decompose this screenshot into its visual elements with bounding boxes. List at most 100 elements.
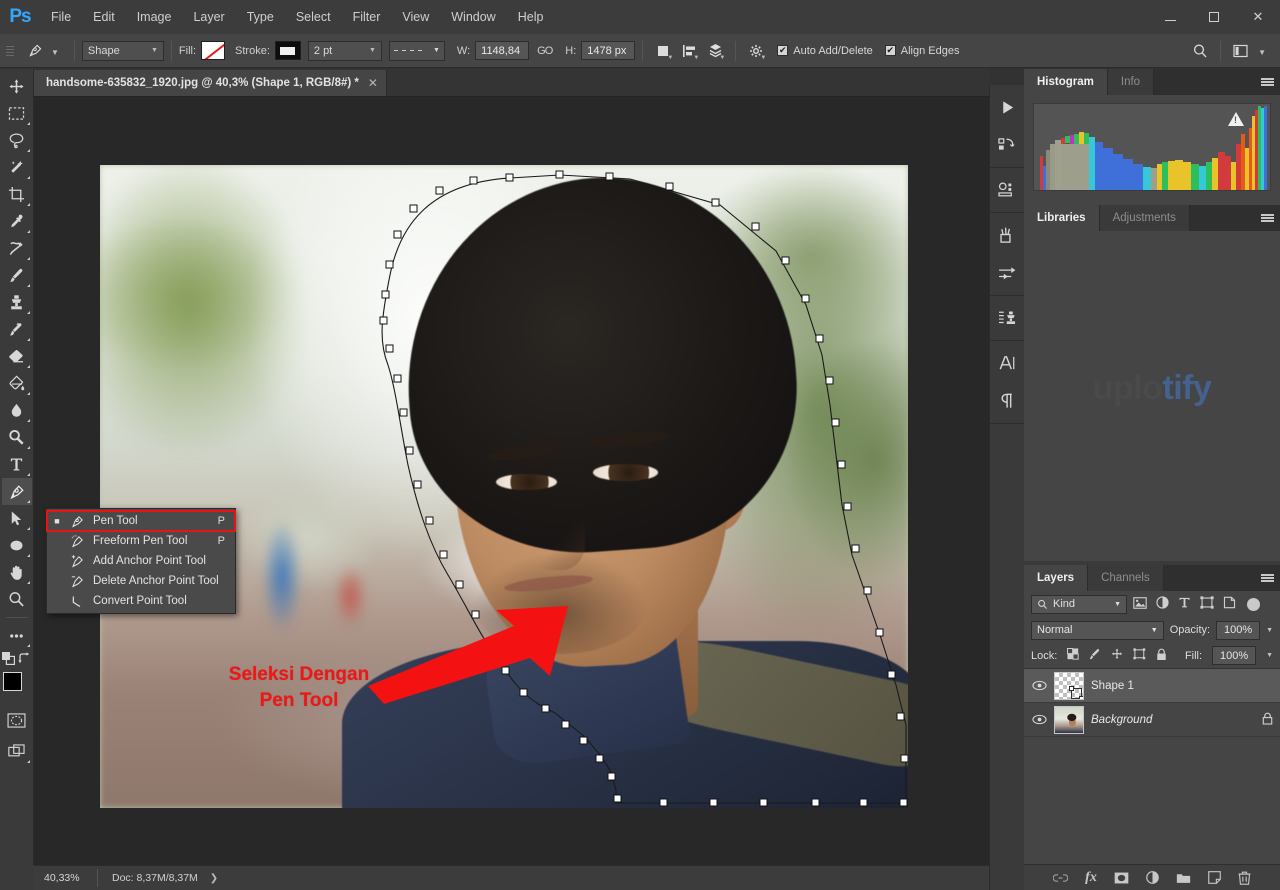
flyout-item-freeform-pen-tool[interactable]: Freeform Pen Tool P [47, 531, 235, 551]
gradient-tool[interactable] [2, 370, 32, 397]
rectangular-marquee-tool[interactable] [2, 100, 32, 127]
filter-type-icon[interactable] [1178, 596, 1191, 612]
panel-menu-icon[interactable] [1261, 565, 1274, 591]
zoom-tool[interactable] [2, 586, 32, 613]
stroke-swatch[interactable] [275, 41, 301, 60]
quick-selection-tool[interactable] [2, 154, 32, 181]
layer-visibility-toggle[interactable] [1031, 714, 1047, 725]
hand-tool[interactable] [2, 559, 32, 586]
new-layer-icon[interactable] [1208, 871, 1221, 884]
search-icon[interactable] [1187, 39, 1213, 63]
filter-smart-object-icon[interactable] [1223, 596, 1236, 612]
brush-tool[interactable] [2, 262, 32, 289]
brush-presets-icon[interactable] [990, 216, 1025, 254]
filter-adjustment-icon[interactable] [1156, 596, 1169, 612]
tab-adjustments[interactable]: Adjustments [1100, 205, 1190, 231]
menu-layer[interactable]: Layer [182, 0, 235, 34]
ellipse-shape-tool[interactable] [2, 532, 32, 559]
menu-help[interactable]: Help [507, 0, 555, 34]
options-grip[interactable] [6, 40, 16, 62]
width-input[interactable]: 1148,84 [475, 41, 529, 60]
chevron-down-icon[interactable]: ▼ [1258, 45, 1266, 57]
panel-menu-icon[interactable] [1261, 205, 1274, 231]
delete-layer-icon[interactable] [1238, 871, 1251, 885]
flyout-item-pen-tool[interactable]: ■ Pen Tool P [47, 511, 235, 531]
crop-tool[interactable] [2, 181, 32, 208]
path-arrangement-icon[interactable]: ▼ [702, 39, 728, 63]
clone-stamp-tool[interactable] [2, 289, 32, 316]
history-icon[interactable] [990, 126, 1025, 164]
menu-select[interactable]: Select [285, 0, 342, 34]
dodge-tool[interactable] [2, 424, 32, 451]
flyout-item-delete-anchor-point-tool[interactable]: Delete Anchor Point Tool [47, 571, 235, 591]
pen-tool-flyout-menu[interactable]: ■ Pen Tool P Freeform Pen Tool P Add Anc… [46, 508, 236, 614]
height-input[interactable]: 1478 px [581, 41, 635, 60]
opacity-chevron-icon[interactable]: ▼ [1266, 627, 1273, 634]
tab-libraries[interactable]: Libraries [1024, 205, 1100, 231]
move-tool[interactable] [2, 73, 32, 100]
play-action-icon[interactable] [990, 88, 1025, 126]
clone-source-icon[interactable] [990, 299, 1025, 337]
lasso-tool[interactable] [2, 127, 32, 154]
tab-histogram[interactable]: Histogram [1024, 69, 1108, 95]
screen-mode-icon[interactable] [2, 738, 32, 765]
maximize-button[interactable] [1192, 0, 1236, 34]
layer-filter-kind-select[interactable]: Kind ▼ [1031, 595, 1127, 614]
blur-tool[interactable] [2, 397, 32, 424]
brush-settings-icon[interactable] [990, 254, 1025, 292]
menu-view[interactable]: View [391, 0, 440, 34]
document-tab[interactable]: handsome-635832_1920.jpg @ 40,3% (Shape … [34, 70, 387, 96]
menu-edit[interactable]: Edit [82, 0, 126, 34]
properties-icon[interactable] [990, 171, 1025, 209]
paragraph-icon[interactable] [990, 382, 1025, 420]
lock-all-icon[interactable] [1156, 648, 1167, 664]
stroke-style-select[interactable]: ▼ [389, 41, 445, 61]
link-layers-icon[interactable] [1053, 873, 1068, 883]
layer-mask-icon[interactable] [1114, 872, 1129, 884]
lock-image-pixels-icon[interactable] [1089, 648, 1101, 663]
path-alignment-icon[interactable]: ▼ [676, 39, 702, 63]
quick-mask-icon[interactable] [2, 707, 32, 734]
layer-name-shape-1[interactable]: Shape 1 [1091, 680, 1273, 692]
minimize-button[interactable] [1148, 0, 1192, 34]
new-group-icon[interactable] [1176, 872, 1191, 884]
menu-image[interactable]: Image [126, 0, 183, 34]
tab-info[interactable]: Info [1108, 69, 1154, 95]
opacity-input[interactable]: 100% [1216, 621, 1260, 640]
fill-chevron-icon[interactable]: ▼ [1266, 652, 1273, 659]
tab-channels[interactable]: Channels [1088, 565, 1164, 591]
workspace-switcher-icon[interactable] [1228, 39, 1254, 63]
filter-shape-icon[interactable] [1200, 596, 1214, 612]
fill-input[interactable]: 100% [1212, 646, 1256, 665]
layer-styles-icon[interactable]: fx [1085, 870, 1097, 886]
layer-filter-toggle[interactable] [1247, 598, 1260, 611]
tab-layers[interactable]: Layers [1024, 565, 1088, 591]
menu-type[interactable]: Type [236, 0, 285, 34]
menu-filter[interactable]: Filter [342, 0, 392, 34]
layer-row-background[interactable]: Background [1024, 703, 1280, 737]
layer-visibility-toggle[interactable] [1031, 680, 1047, 691]
close-tab-icon[interactable]: ✕ [368, 76, 378, 90]
canvas-area[interactable]: Seleksi Dengan Pen Tool [34, 97, 989, 865]
uncached-data-warning-icon[interactable] [1228, 112, 1244, 126]
new-adjustment-layer-icon[interactable] [1146, 871, 1159, 884]
layer-thumbnail-background[interactable] [1054, 706, 1084, 734]
history-brush-tool[interactable] [2, 316, 32, 343]
close-button[interactable]: ✕ [1236, 0, 1280, 34]
eraser-tool[interactable] [2, 343, 32, 370]
layer-thumbnail-shape[interactable] [1054, 672, 1084, 700]
pen-tool-icon[interactable] [20, 39, 50, 63]
type-tool[interactable] [2, 451, 32, 478]
auto-add-delete-checkbox[interactable]: ✔ Auto Add/Delete [777, 45, 873, 57]
filter-pixel-icon[interactable] [1133, 597, 1147, 612]
eyedropper-tool[interactable] [2, 208, 32, 235]
zoom-level-input[interactable]: 40,33% [40, 869, 98, 887]
character-icon[interactable] [990, 344, 1025, 382]
blend-mode-select[interactable]: Normal ▼ [1031, 621, 1164, 640]
path-operations-icon[interactable]: ▼ [650, 39, 676, 63]
default-colors-icon[interactable] [2, 652, 15, 668]
fill-swatch[interactable] [201, 41, 225, 60]
layer-row-shape-1[interactable]: Shape 1 [1024, 669, 1280, 703]
lock-transparent-pixels-icon[interactable] [1067, 648, 1079, 663]
edit-toolbar-tool[interactable] [2, 622, 32, 649]
